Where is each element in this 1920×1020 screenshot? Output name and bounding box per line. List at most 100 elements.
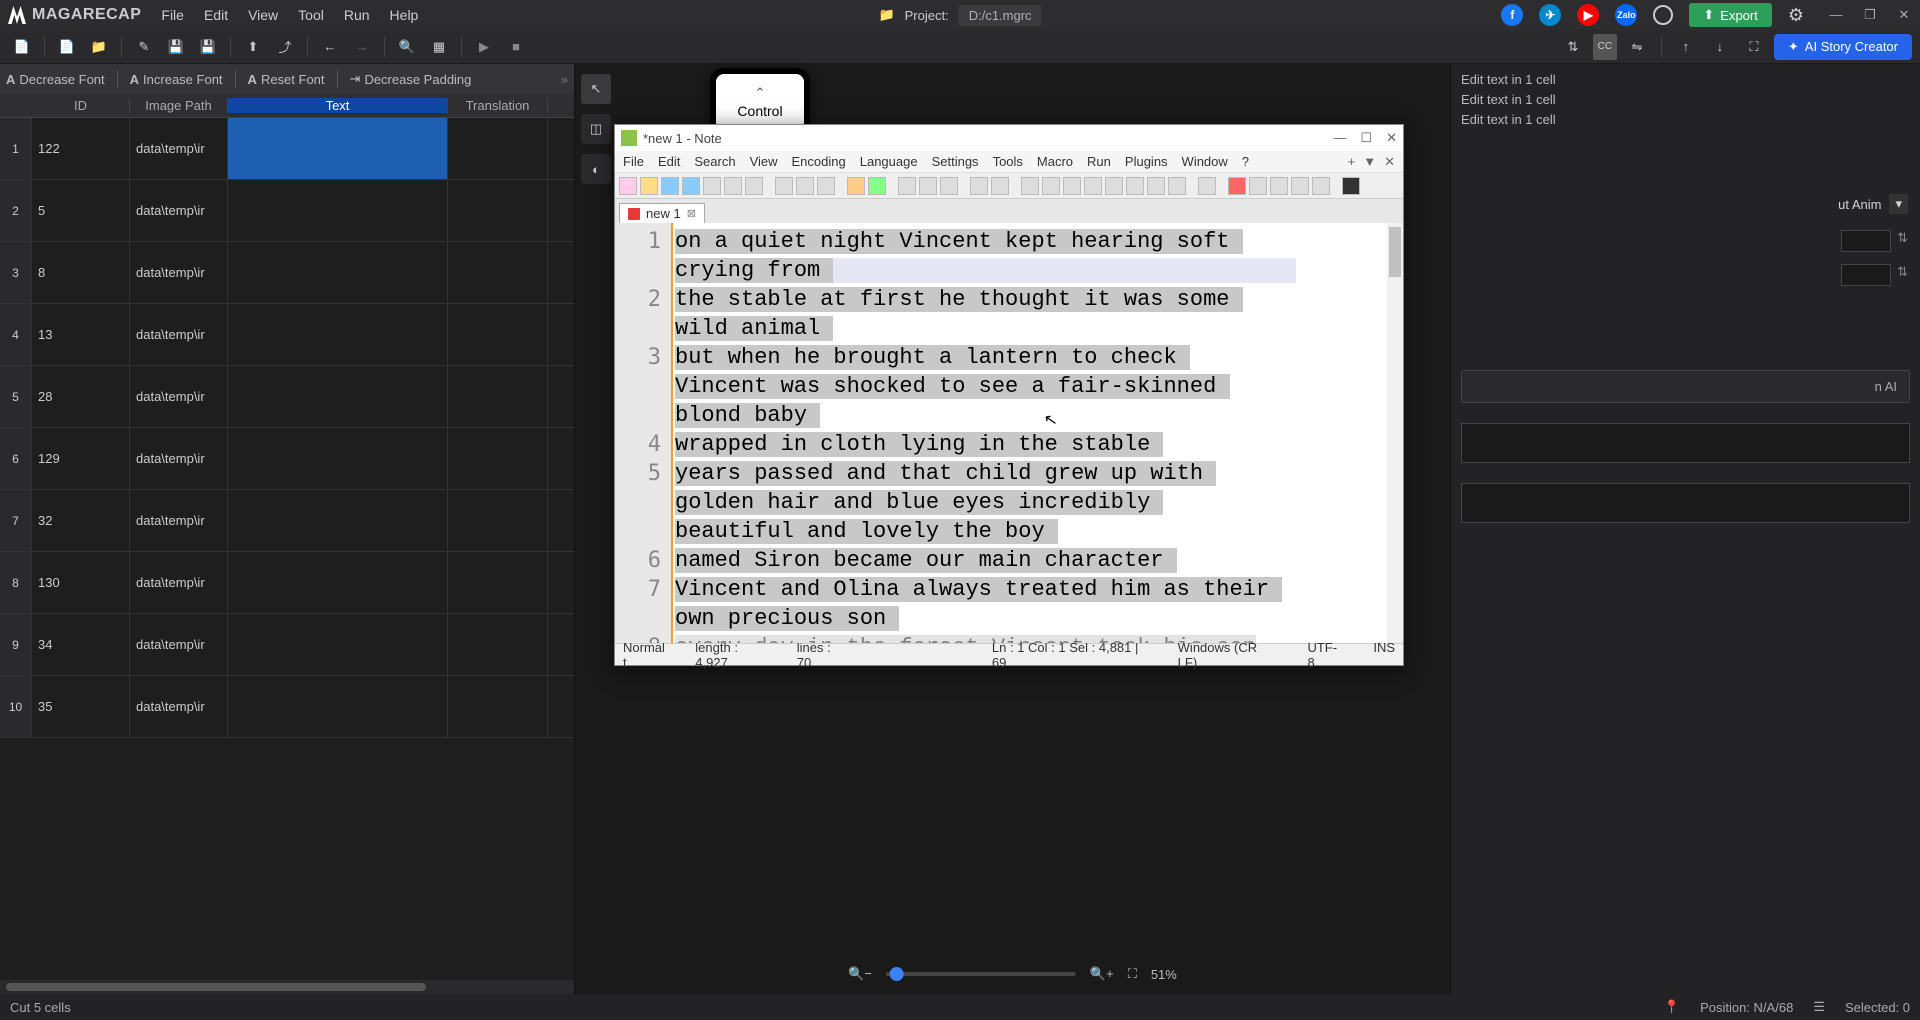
np-tb-icon[interactable] — [940, 177, 958, 195]
sort-icon[interactable]: ⇅ — [1559, 34, 1587, 60]
cell-id[interactable]: 13 — [32, 304, 130, 365]
np-tb-icon[interactable] — [1312, 177, 1330, 195]
np-tb-icon[interactable] — [1126, 177, 1144, 195]
np-menu-tools[interactable]: Tools — [993, 154, 1023, 169]
search-icon[interactable]: 🔍 — [393, 34, 421, 60]
np-menu-search[interactable]: Search — [694, 154, 735, 169]
np-tb-icon[interactable] — [775, 177, 793, 195]
notepad-editor[interactable]: 1 2 3 4 5 6 7 8 on a quiet night Vincent… — [615, 223, 1403, 643]
menu-edit[interactable]: Edit — [204, 7, 228, 23]
notepad-scrollbar[interactable] — [1387, 223, 1403, 643]
np-menu-help[interactable]: ? — [1242, 154, 1249, 169]
cell-id[interactable]: 122 — [32, 118, 130, 179]
crop-tool-icon[interactable]: ◫ — [581, 114, 611, 144]
np-menu-file[interactable]: File — [623, 154, 644, 169]
decrease-font-button[interactable]: ADecrease Font — [6, 72, 105, 87]
cell-id[interactable]: 32 — [32, 490, 130, 551]
youtube-icon[interactable]: ▶ — [1577, 4, 1599, 26]
ai-story-button[interactable]: ✦ AI Story Creator — [1774, 34, 1912, 60]
np-tb-icon[interactable] — [919, 177, 937, 195]
tool-3-icon[interactable]: ◐ — [581, 154, 611, 184]
np-tb-icon[interactable] — [703, 177, 721, 195]
save-icon[interactable]: 💾 — [162, 34, 190, 60]
stepper-icon[interactable]: ⇅ — [1897, 230, 1908, 252]
minimize-icon[interactable]: — — [1828, 7, 1844, 23]
forward-icon[interactable]: → — [348, 34, 376, 60]
cell-image-path[interactable]: data\temp\ir — [130, 304, 228, 365]
np-menu-language[interactable]: Language — [860, 154, 918, 169]
cell-image-path[interactable]: data\temp\ir — [130, 118, 228, 179]
cell-text[interactable] — [228, 242, 448, 303]
table-row[interactable]: 4 13 data\temp\ir — [0, 304, 574, 366]
np-maximize-icon[interactable]: ☐ — [1360, 130, 1372, 146]
cell-text[interactable] — [228, 118, 448, 179]
np-tb-icon[interactable] — [1228, 177, 1246, 195]
settings-icon[interactable]: ⚙ — [1788, 5, 1804, 26]
cell-text[interactable] — [228, 490, 448, 551]
np-minimize-icon[interactable]: — — [1333, 130, 1346, 146]
cell-id[interactable]: 129 — [32, 428, 130, 489]
notepad-title-bar[interactable]: *new 1 - Note — ☐ ✕ — [615, 125, 1403, 151]
np-tb-icon[interactable] — [1084, 177, 1102, 195]
table-row[interactable]: 7 32 data\temp\ir — [0, 490, 574, 552]
right-panel-box-1[interactable] — [1461, 423, 1910, 463]
table-row[interactable]: 8 130 data\temp\ir — [0, 552, 574, 614]
cell-text[interactable] — [228, 180, 448, 241]
np-menu-view[interactable]: View — [750, 154, 778, 169]
np-tb-icon[interactable] — [1042, 177, 1060, 195]
np-plus-icon[interactable]: + — [1348, 154, 1356, 170]
np-tb-icon[interactable] — [1342, 177, 1360, 195]
np-tb-icon[interactable] — [1105, 177, 1123, 195]
decrease-padding-button[interactable]: ⇥Decrease Padding — [350, 71, 472, 87]
prop-input-2[interactable] — [1841, 264, 1891, 286]
ai-translate-button[interactable]: n AI — [1461, 370, 1910, 403]
cell-image-path[interactable]: data\temp\ir — [130, 180, 228, 241]
cell-image-path[interactable]: data\temp\ir — [130, 552, 228, 613]
col-text[interactable]: Text — [228, 98, 448, 113]
grid-icon[interactable]: ▦ — [425, 34, 453, 60]
table-row[interactable]: 6 129 data\temp\ir — [0, 428, 574, 490]
np-menu-window[interactable]: Window — [1182, 154, 1228, 169]
np-dropdown-icon[interactable]: ▼ — [1363, 154, 1376, 170]
cell-translation[interactable] — [448, 428, 548, 489]
cell-image-path[interactable]: data\temp\ir — [130, 490, 228, 551]
dropdown-icon[interactable]: ▾ — [1889, 194, 1908, 214]
np-menu-encoding[interactable]: Encoding — [792, 154, 846, 169]
down-icon[interactable]: ↓ — [1706, 34, 1734, 60]
back-icon[interactable]: ← — [316, 34, 344, 60]
file-icon[interactable]: 📄 — [53, 34, 81, 60]
more-icon[interactable]: » — [561, 72, 568, 87]
np-menu-macro[interactable]: Macro — [1037, 154, 1073, 169]
tab-close-icon[interactable]: ⊠ — [687, 207, 696, 220]
cell-id[interactable]: 28 — [32, 366, 130, 427]
np-tb-icon[interactable] — [661, 177, 679, 195]
cell-text[interactable] — [228, 676, 448, 737]
edit-icon[interactable]: ✎ — [130, 34, 158, 60]
cell-translation[interactable] — [448, 490, 548, 551]
cell-id[interactable]: 34 — [32, 614, 130, 675]
cell-id[interactable]: 130 — [32, 552, 130, 613]
globe-icon[interactable] — [1653, 5, 1673, 25]
play-icon[interactable]: ▶ — [470, 34, 498, 60]
np-tb-icon[interactable] — [991, 177, 1009, 195]
cell-translation[interactable] — [448, 242, 548, 303]
np-close-icon[interactable]: ✕ — [1386, 130, 1397, 146]
maximize-icon[interactable]: ❐ — [1862, 7, 1878, 23]
prop-input-1[interactable] — [1841, 230, 1891, 252]
np-x-icon[interactable]: ✕ — [1384, 154, 1395, 170]
menu-file[interactable]: File — [161, 7, 184, 23]
zoom-out-icon[interactable]: 🔍− — [848, 966, 872, 982]
table-row[interactable]: 3 8 data\temp\ir — [0, 242, 574, 304]
right-panel-box-2[interactable] — [1461, 483, 1910, 523]
reset-font-button[interactable]: AReset Font — [248, 72, 325, 87]
np-tb-icon[interactable] — [868, 177, 886, 195]
col-image-path[interactable]: Image Path — [130, 98, 228, 113]
new-file-icon[interactable]: 📄 — [8, 34, 36, 60]
zalo-icon[interactable]: Zalo — [1615, 4, 1637, 26]
fit-screen-icon[interactable]: ⛶ — [1128, 966, 1137, 982]
np-menu-run[interactable]: Run — [1087, 154, 1111, 169]
cell-image-path[interactable]: data\temp\ir — [130, 428, 228, 489]
np-tb-icon[interactable] — [970, 177, 988, 195]
np-tb-icon[interactable] — [1168, 177, 1186, 195]
np-tb-icon[interactable] — [640, 177, 658, 195]
